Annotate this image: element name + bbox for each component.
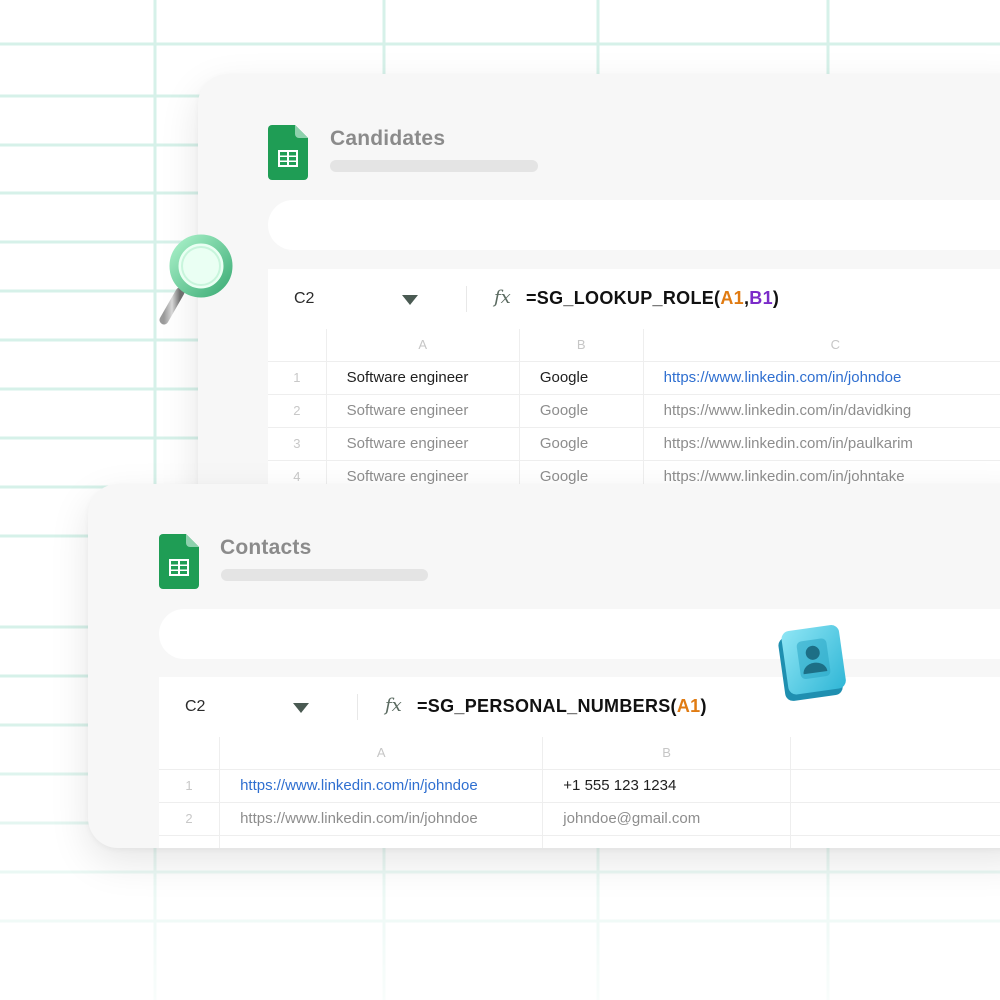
column-header[interactable]: C	[643, 329, 1000, 362]
cell[interactable]	[790, 802, 1000, 836]
cell-reference[interactable]: C2	[185, 698, 205, 716]
row-number[interactable]: 1	[159, 769, 221, 803]
corner-cell	[268, 329, 327, 362]
cell[interactable]	[790, 835, 1000, 848]
cell[interactable]: Google	[519, 361, 644, 395]
corner-cell	[159, 737, 221, 770]
cell[interactable]	[790, 769, 1000, 803]
formula-prefix: =SG_LOOKUP_ROLE(	[526, 288, 721, 308]
title-placeholder-bar	[221, 569, 428, 581]
contacts-sheet-card: Contacts C2 fx =SG_PERSONAL_NUMBERS(A1) …	[88, 484, 1000, 848]
row-number[interactable]	[159, 835, 221, 848]
table-row: 1 https://www.linkedin.com/in/johndoe +1…	[159, 769, 1000, 803]
table-row: 3 Software engineer Google https://www.l…	[268, 427, 1000, 461]
toolbar-placeholder	[268, 200, 1000, 250]
cell-reference[interactable]: C2	[294, 290, 314, 308]
cell[interactable]: Software engineer	[326, 427, 520, 461]
google-sheets-icon	[159, 534, 199, 589]
cell[interactable]: Google	[519, 427, 644, 461]
chevron-down-icon[interactable]	[402, 295, 418, 305]
cell[interactable]: Google	[519, 394, 644, 428]
formula-text[interactable]: =SG_LOOKUP_ROLE(A1,B1)	[526, 288, 779, 309]
column-header[interactable]: A	[326, 329, 520, 362]
cell[interactable]	[219, 835, 544, 848]
toolbar-placeholder	[159, 609, 1000, 659]
sheet-title: Candidates	[330, 127, 446, 150]
formula-arg-b1: B1	[749, 288, 773, 308]
candidates-sheet-card: Candidates C2 fx =SG_LOOKUP_ROLE(A1,B1) …	[198, 74, 1000, 516]
spreadsheet-grid: A B 1 https://www.linkedin.com/in/johndo…	[159, 737, 1000, 848]
cell[interactable]: https://www.linkedin.com/in/davidking	[643, 394, 1000, 428]
cell[interactable]: Software engineer	[326, 394, 520, 428]
function-icon: fx	[494, 287, 511, 308]
column-header[interactable]: A	[219, 737, 544, 770]
google-sheets-icon	[268, 125, 308, 180]
row-number[interactable]: 1	[268, 361, 327, 395]
formula-divider	[466, 286, 467, 312]
column-header[interactable]	[790, 737, 1000, 770]
formula-arg-a1: A1	[676, 696, 701, 716]
table-row: 1 Software engineer Google https://www.l…	[268, 361, 1000, 395]
title-placeholder-bar	[330, 160, 538, 172]
function-icon: fx	[385, 695, 402, 716]
table-row: 2 Software engineer Google https://www.l…	[268, 394, 1000, 428]
formula-arg-a1: A1	[720, 288, 744, 308]
formula-bar: C2 fx =SG_LOOKUP_ROLE(A1,B1)	[268, 269, 1000, 329]
cell[interactable]: johndoe@gmail.com	[542, 802, 791, 836]
table-row: 2 https://www.linkedin.com/in/johndoe jo…	[159, 802, 1000, 836]
cell-link[interactable]: https://www.linkedin.com/in/johndoe	[219, 769, 544, 803]
table-row	[159, 835, 1000, 848]
formula-bar: C2 fx =SG_PERSONAL_NUMBERS(A1)	[159, 677, 1000, 737]
sheet-title: Contacts	[220, 536, 312, 559]
cell[interactable]: Software engineer	[326, 361, 520, 395]
chevron-down-icon[interactable]	[293, 703, 309, 713]
row-number[interactable]: 2	[159, 802, 221, 836]
column-header-row: A B	[159, 737, 1000, 770]
formula-divider	[357, 694, 358, 720]
cell[interactable]: https://www.linkedin.com/in/paulkarim	[643, 427, 1000, 461]
formula-suffix: )	[772, 288, 780, 308]
row-number[interactable]: 3	[268, 427, 327, 461]
column-header-row: A B C	[268, 329, 1000, 362]
cell-link[interactable]: https://www.linkedin.com/in/johndoe	[643, 361, 1000, 395]
column-header[interactable]: B	[519, 329, 644, 362]
cell[interactable]: +1 555 123 1234	[542, 769, 791, 803]
column-header[interactable]: B	[542, 737, 791, 770]
row-number[interactable]: 2	[268, 394, 327, 428]
contact-book-icon	[778, 625, 846, 701]
formula-text[interactable]: =SG_PERSONAL_NUMBERS(A1)	[417, 696, 707, 717]
formula-suffix: )	[700, 696, 707, 716]
cell[interactable]	[542, 835, 791, 848]
magnifying-glass-icon	[159, 234, 233, 325]
formula-prefix: =SG_PERSONAL_NUMBERS(	[417, 696, 677, 716]
cell[interactable]: https://www.linkedin.com/in/johndoe	[219, 802, 544, 836]
